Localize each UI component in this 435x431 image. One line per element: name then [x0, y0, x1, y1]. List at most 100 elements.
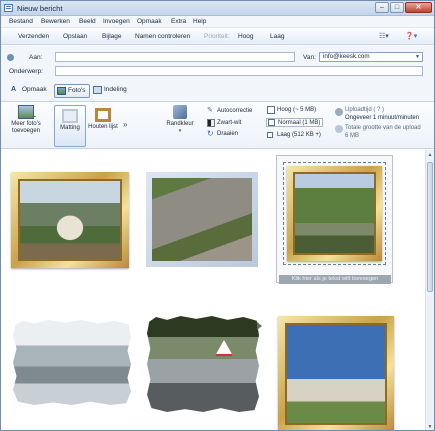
matting-label: Matting	[60, 125, 80, 131]
chevron-down-icon: ▾	[178, 128, 182, 134]
gold-frame	[287, 166, 382, 261]
total-size-value: 6 MB	[345, 133, 360, 139]
priority-high-button[interactable]: Hoog	[238, 33, 254, 40]
add-photo-icon: +	[18, 105, 36, 121]
save-button[interactable]: Opslaan	[63, 33, 87, 40]
format-tabs: A Opmaak Foto's Indeling	[1, 80, 434, 102]
priority-low-button[interactable]: Laag	[270, 33, 284, 40]
close-button[interactable]: ✕	[405, 2, 432, 13]
paint-brush-icon	[173, 105, 187, 119]
mail-app-icon	[4, 4, 13, 12]
to-field[interactable]	[55, 52, 295, 62]
photo-caption[interactable]: Klik hier als je tekst wilt toevoegen	[279, 275, 391, 284]
menu-edit[interactable]: Bewerken	[41, 18, 70, 25]
size-normal-option[interactable]: Normaal (1 MB)	[266, 118, 324, 127]
rotate-button[interactable]: ↻ Draaien	[207, 130, 238, 139]
image-size-icon	[267, 132, 273, 138]
magic-wand-icon: ✎	[207, 107, 213, 114]
size-low-option[interactable]: Laag (512 KB +)	[267, 131, 321, 140]
total-size-icon	[335, 125, 343, 133]
photo-ribbon: + Meer foto's toevoegen Matting Houten l…	[1, 102, 434, 149]
tab-photos[interactable]: Foto's	[54, 84, 90, 98]
image-size-icon	[267, 106, 275, 114]
photo-album-area: Klik hier als je tekst wilt toevoegen	[1, 150, 425, 430]
menu-insert[interactable]: Invoegen	[103, 18, 130, 25]
scroll-thumb[interactable]	[427, 162, 433, 292]
rotate-icon: ↻	[207, 129, 214, 138]
photo-church[interactable]	[278, 316, 394, 430]
vertical-scrollbar[interactable]: ▲ ▼	[425, 150, 434, 430]
photo-image	[285, 323, 387, 425]
scroll-right-arrow-icon	[257, 322, 262, 330]
attach-button[interactable]: Bijlage	[102, 33, 122, 40]
to-label: Aan:	[29, 54, 43, 61]
photo-foggy-hills[interactable]	[13, 320, 131, 405]
priority-label: Prioriteit:	[204, 33, 230, 40]
from-label: Van:	[303, 54, 316, 61]
selection-outline	[283, 162, 386, 265]
text-format-icon: A	[11, 86, 17, 93]
menu-tools[interactable]: Extra	[171, 18, 186, 25]
send-button[interactable]: Verzenden	[18, 33, 49, 40]
border-color-label: Randkleur	[166, 121, 194, 127]
wood-frame-style-button[interactable]: Houten lijst	[88, 105, 118, 131]
photo-road-sign[interactable]	[147, 316, 259, 412]
contacts-icon[interactable]	[7, 54, 14, 61]
upload-time-value: Ongeveer 1 minuut/minuten	[345, 115, 420, 121]
menu-file[interactable]: Bestand	[9, 18, 33, 25]
chevron-down-icon: ▼	[415, 54, 420, 60]
photo-church-valley[interactable]	[276, 155, 393, 283]
from-select[interactable]: info@keesk.com ▼	[319, 52, 423, 62]
menu-format[interactable]: Opmaak	[137, 18, 162, 25]
matting-style-button[interactable]: Matting	[54, 105, 86, 147]
size-normal-label: Normaal (1 MB)	[278, 120, 321, 126]
rotate-label: Draaien	[217, 131, 239, 137]
warning-sign-icon	[215, 340, 233, 356]
upload-time-icon	[335, 108, 343, 116]
more-styles-button[interactable]: »	[123, 120, 127, 129]
check-names-button[interactable]: Namen controleren	[135, 33, 190, 40]
scroll-up-icon[interactable]: ▲	[427, 151, 433, 159]
wood-frame-icon	[95, 108, 111, 122]
tab-layout[interactable]: Indeling	[91, 84, 135, 98]
menu-view[interactable]: Beeld	[79, 18, 96, 25]
photo-ruin[interactable]	[146, 172, 258, 267]
subject-label: Onderwerp:	[9, 68, 43, 75]
tab-layout-label: Indeling	[104, 86, 127, 93]
add-photos-label: Meer foto's toevoegen	[11, 121, 41, 134]
border-color-button[interactable]: Randkleur ▾	[163, 105, 197, 135]
total-size-label: Totale grootte van de upload	[345, 125, 421, 131]
toolbar: Verzenden Opslaan Bijlage Namen controle…	[1, 29, 434, 45]
scroll-down-icon[interactable]: ▼	[427, 423, 433, 430]
black-white-button[interactable]: Zwart-wit	[207, 119, 241, 128]
maximize-button[interactable]: □	[390, 2, 404, 13]
photo-castle[interactable]	[11, 172, 129, 268]
add-photos-button[interactable]: + Meer foto's toevoegen	[6, 105, 46, 135]
title-bar: Nieuw bericht – □ ✕	[1, 1, 434, 16]
message-header: Aan: Onderwerp: Van: info@keesk.com ▼	[1, 46, 434, 80]
subject-field[interactable]	[55, 66, 423, 76]
help-icon[interactable]: ❓▾	[405, 32, 423, 42]
window-title: Nieuw bericht	[17, 4, 63, 13]
photo-image	[293, 172, 376, 255]
tab-photos-label: Foto's	[68, 87, 86, 94]
photo-icon	[57, 87, 66, 95]
size-low-label: Laag (512 KB +)	[277, 132, 321, 138]
wood-frame-label: Houten lijst	[88, 124, 118, 130]
minimize-button[interactable]: –	[375, 2, 389, 13]
photo-image	[18, 179, 122, 261]
menu-help[interactable]: Help	[193, 18, 206, 25]
upload-time-link[interactable]: Uploadtijd ( ? )	[345, 107, 384, 114]
tab-format-label: Opmaak	[22, 86, 47, 93]
autocorrect-label: Autocorrectie	[217, 108, 253, 114]
matting-icon	[62, 109, 78, 123]
size-high-option[interactable]: Hoog (~ 5 MB)	[267, 106, 316, 115]
tab-format[interactable]: A Opmaak	[9, 84, 51, 98]
size-high-label: Hoog (~ 5 MB)	[277, 107, 317, 113]
from-value: info@keesk.com	[323, 53, 370, 60]
menu-bar: Bestand Bewerken Beeld Invoegen Opmaak E…	[1, 16, 434, 28]
layout-menu-icon[interactable]: ☷▾	[379, 32, 397, 42]
autocorrect-button[interactable]: ✎ Autocorrectie	[207, 107, 252, 116]
black-white-label: Zwart-wit	[217, 120, 242, 126]
black-white-icon	[207, 119, 215, 127]
